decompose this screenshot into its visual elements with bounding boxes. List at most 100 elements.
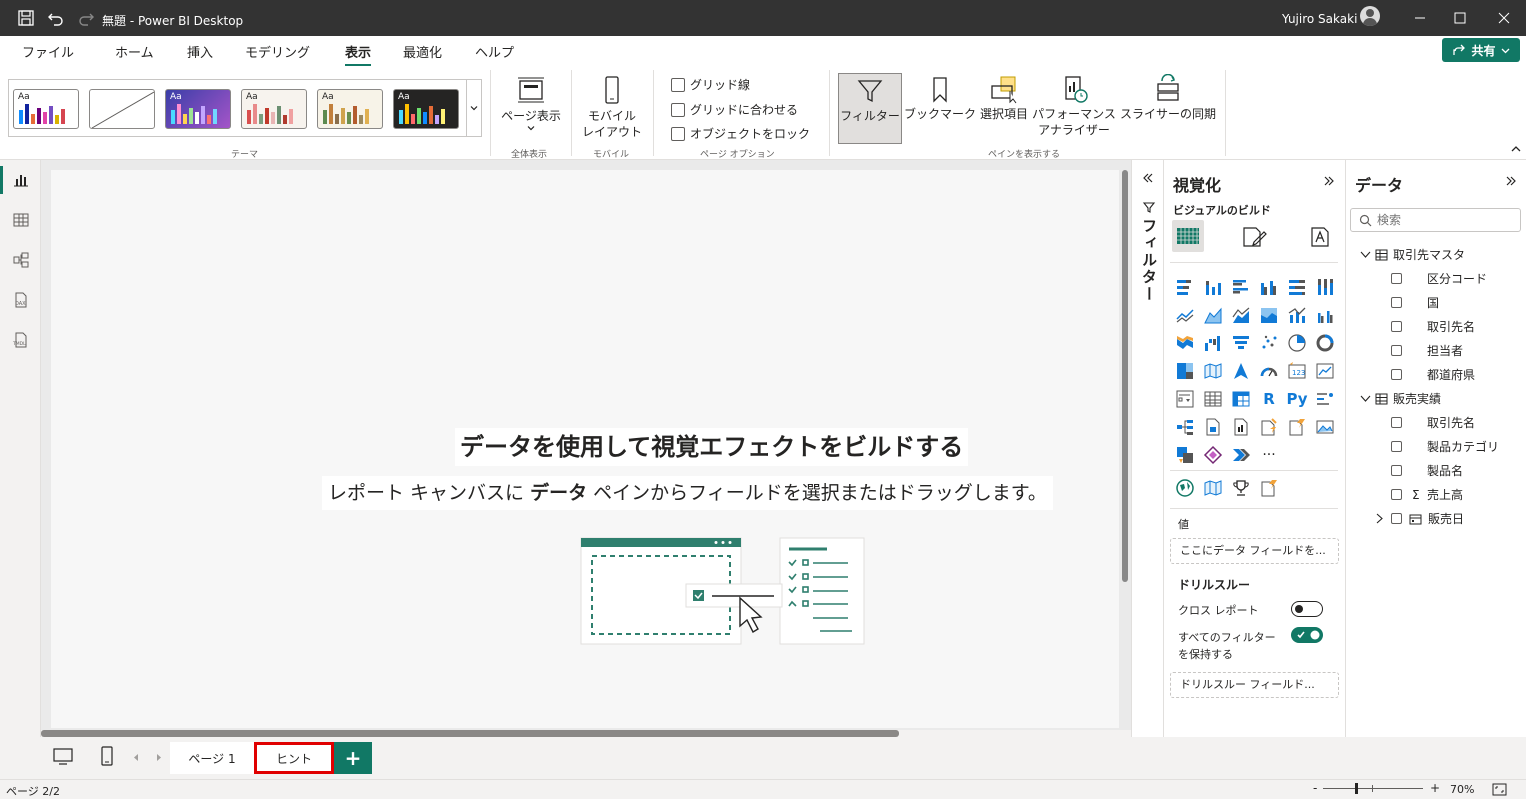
avatar[interactable] [1360, 6, 1380, 26]
donut-chart-icon[interactable] [1314, 332, 1336, 354]
filter-pane-button[interactable]: フィルター [838, 73, 902, 144]
power-apps-diamond-icon[interactable] [1202, 444, 1224, 466]
stacked-bar-chart-icon[interactable] [1174, 276, 1196, 298]
theme-innovate[interactable]: Aa [165, 89, 231, 129]
page-tab-1[interactable]: ページ 1 [170, 742, 254, 774]
field-item[interactable]: 国 [1391, 294, 1439, 311]
100-stacked-area-chart-icon[interactable] [1258, 304, 1280, 326]
format-visual-icon[interactable] [1240, 224, 1268, 250]
keep-all-filters-toggle[interactable] [1291, 627, 1323, 643]
analytics-icon[interactable] [1308, 224, 1334, 250]
key-influencers-icon[interactable] [1314, 388, 1336, 410]
field-item[interactable]: 製品名 [1391, 462, 1463, 479]
chevron-right-icon[interactable] [1376, 513, 1384, 524]
selection-pane-button[interactable]: 選択項目 [977, 74, 1031, 122]
tmdl-view-icon[interactable]: TMDL [12, 331, 30, 349]
line-chart-icon[interactable] [1174, 304, 1196, 326]
theme-default[interactable]: Aa [13, 89, 79, 129]
field-checkbox[interactable] [1391, 489, 1402, 500]
share-button[interactable]: 共有 [1442, 38, 1520, 62]
field-item[interactable]: 都道府県 [1391, 366, 1475, 383]
shape-map-icon[interactable] [1202, 477, 1224, 499]
scatter-chart-icon[interactable] [1258, 332, 1280, 354]
100-stacked-column-chart-icon[interactable] [1314, 276, 1336, 298]
power-automate-icon[interactable] [1230, 444, 1252, 466]
tab-help[interactable]: ヘルプ [475, 42, 514, 61]
zoom-in-button[interactable]: + [1430, 781, 1440, 795]
close-icon[interactable] [1494, 8, 1514, 28]
field-checkbox[interactable] [1391, 465, 1402, 476]
table-view-icon[interactable] [12, 211, 30, 229]
save-icon[interactable] [16, 8, 36, 28]
line-and-stacked-column-chart-icon[interactable] [1286, 304, 1308, 326]
theme-blank[interactable] [89, 89, 155, 129]
vertical-scrollbar[interactable] [1122, 170, 1128, 582]
theme-dark[interactable]: Aa [393, 89, 459, 129]
zoom-slider-thumb[interactable] [1355, 783, 1358, 794]
expand-filter-pane-icon[interactable] [1141, 172, 1155, 184]
page-view-button[interactable]: ページ表示 [498, 74, 564, 134]
theme-executive[interactable]: Aa [241, 89, 307, 129]
tab-home[interactable]: ホーム [115, 42, 154, 61]
gridlines-checkbox[interactable]: グリッド線 [671, 76, 750, 93]
clustered-column-chart-icon[interactable] [1258, 276, 1280, 298]
field-checkbox[interactable] [1391, 513, 1402, 524]
mobile-layout-icon[interactable] [98, 745, 116, 767]
field-item[interactable]: 取引先名 [1391, 318, 1475, 335]
field-item[interactable]: 取引先名 [1391, 414, 1475, 431]
treemap-icon[interactable] [1174, 360, 1196, 382]
field-checkbox[interactable] [1391, 417, 1402, 428]
more-visuals-icon[interactable]: ··· [1258, 444, 1280, 466]
build-visual-tab[interactable] [1172, 220, 1204, 252]
collapse-viz-pane-icon[interactable] [1322, 175, 1336, 187]
minimize-icon[interactable] [1410, 8, 1430, 28]
100-stacked-bar-chart-icon[interactable] [1286, 276, 1308, 298]
bookmark-pane-button[interactable]: ブックマーク [903, 74, 977, 122]
model-view-icon[interactable] [12, 251, 30, 269]
data-search-box[interactable] [1350, 208, 1521, 232]
field-item[interactable]: 担当者 [1391, 342, 1463, 359]
field-checkbox[interactable] [1391, 441, 1402, 452]
dax-query-view-icon[interactable]: DAX [12, 291, 30, 309]
area-chart-icon[interactable] [1202, 304, 1224, 326]
tab-modeling[interactable]: モデリング [245, 42, 310, 61]
power-apps-icon[interactable] [1174, 444, 1196, 466]
desktop-layout-icon[interactable] [52, 746, 74, 766]
theme-frontier[interactable]: Aa [317, 89, 383, 129]
kpi-icon[interactable] [1314, 360, 1336, 382]
scroll-pages-right-icon[interactable] [155, 753, 163, 762]
paginated-report-icon[interactable] [1258, 416, 1280, 438]
metrics-visual-icon[interactable] [1258, 477, 1280, 499]
waterfall-chart-icon[interactable] [1202, 332, 1224, 354]
tab-insert[interactable]: 挿入 [187, 42, 213, 61]
line-and-clustered-column-chart-icon[interactable] [1314, 304, 1336, 326]
data-search-input[interactable] [1377, 211, 1517, 229]
table-hanbai-jisseki[interactable]: 販売実績 [1360, 390, 1441, 407]
azure-map-icon[interactable] [1230, 360, 1252, 382]
theme-gallery-expand[interactable] [466, 80, 481, 136]
snap-to-grid-checkbox[interactable]: グリッドに合わせる [671, 101, 798, 118]
tab-optimize[interactable]: 最適化 [403, 42, 442, 61]
field-checkbox[interactable] [1391, 345, 1402, 356]
field-item[interactable]: 製品カテゴリ [1391, 438, 1499, 455]
lock-objects-checkbox[interactable]: オブジェクトをロック [671, 125, 810, 142]
tab-view[interactable]: 表示 [345, 42, 372, 67]
ribbon-chart-icon[interactable] [1174, 332, 1196, 354]
maximize-icon[interactable] [1450, 8, 1470, 28]
funnel-chart-icon[interactable] [1230, 332, 1252, 354]
r-script-visual-icon[interactable]: R [1258, 388, 1280, 410]
decomposition-tree-icon[interactable] [1174, 416, 1196, 438]
cross-report-toggle[interactable] [1291, 601, 1323, 617]
tab-file[interactable]: ファイル [22, 42, 74, 61]
page-tab-hint[interactable]: ヒント [254, 742, 334, 774]
image-visual-icon[interactable] [1314, 416, 1336, 438]
table-icon[interactable] [1202, 388, 1224, 410]
drillthrough-drop-well[interactable]: ドリルスルー フィールド... [1170, 672, 1339, 698]
field-checkbox[interactable] [1391, 273, 1402, 284]
metrics-icon[interactable] [1286, 416, 1308, 438]
trophy-icon[interactable] [1230, 477, 1252, 499]
globe-visual-icon[interactable] [1174, 477, 1196, 499]
mobile-layout-button[interactable]: モバイル レイアウト [578, 74, 646, 140]
zoom-out-button[interactable]: - [1313, 781, 1317, 795]
slicer-icon[interactable] [1174, 388, 1196, 410]
